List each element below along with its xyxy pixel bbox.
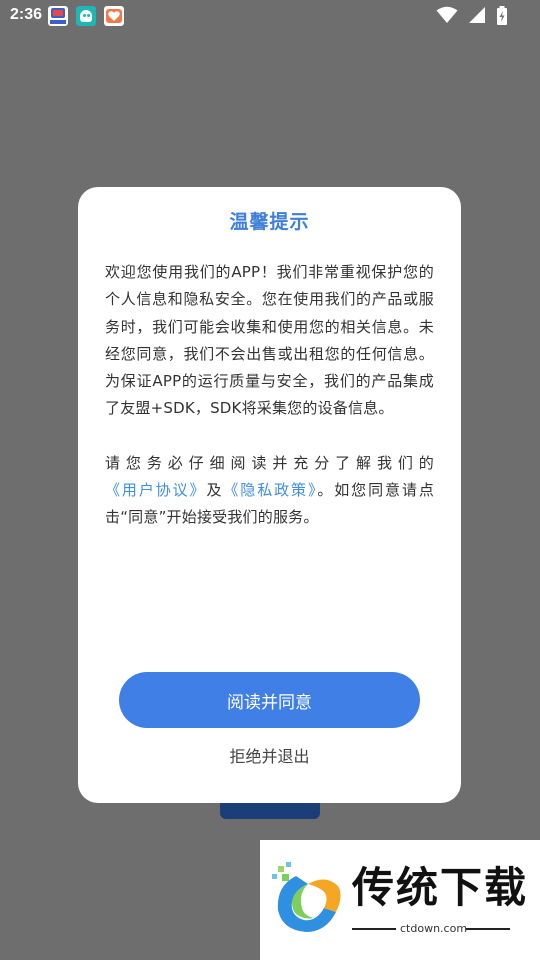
reject-exit-button[interactable]: 拒绝并退出	[78, 742, 461, 772]
status-time: 2:36	[10, 6, 43, 23]
agree-button[interactable]: 阅读并同意	[119, 672, 420, 728]
wifi-icon	[436, 6, 458, 23]
consent-text-start: 请您务必仔细阅读并充分了解我们的	[105, 453, 434, 472]
privacy-intro-text: 欢迎您使用我们的APP！我们非常重视保护您的个人信息和隐私安全。您在使用我们的产…	[105, 263, 434, 418]
dialog-body: 欢迎您使用我们的APP！我们非常重视保护您的个人信息和隐私安全。您在使用我们的产…	[105, 259, 434, 532]
privacy-dialog: 温馨提示 欢迎您使用我们的APP！我们非常重视保护您的个人信息和隐私安全。您在使…	[78, 187, 461, 803]
watermark-url: ctdown.com	[400, 922, 468, 935]
watermark-brand: 传统下载	[352, 863, 529, 912]
privacy-consent-text: 请您务必仔细阅读并充分了解我们的《用户协议》及《隐私政策》。如您同意请点击“同意…	[105, 450, 434, 532]
watermark-logo-icon	[272, 862, 341, 932]
watermark: 传统下载 ctdown.com	[260, 840, 540, 960]
privacy-policy-link[interactable]: 《隐私政策》	[223, 481, 317, 499]
status-bar: 2:36	[0, 0, 540, 32]
app-notification-icon	[48, 6, 68, 26]
consent-text-and: 及	[206, 481, 224, 500]
watermark-divider-right	[466, 928, 510, 930]
health-notification-icon	[104, 6, 124, 26]
signal-icon	[469, 7, 485, 23]
watermark-divider-left	[352, 928, 396, 930]
battery-icon	[497, 6, 507, 25]
dialog-title: 温馨提示	[229, 211, 310, 233]
user-agreement-link[interactable]: 《用户协议》	[105, 481, 206, 499]
game-notification-icon	[76, 6, 96, 26]
